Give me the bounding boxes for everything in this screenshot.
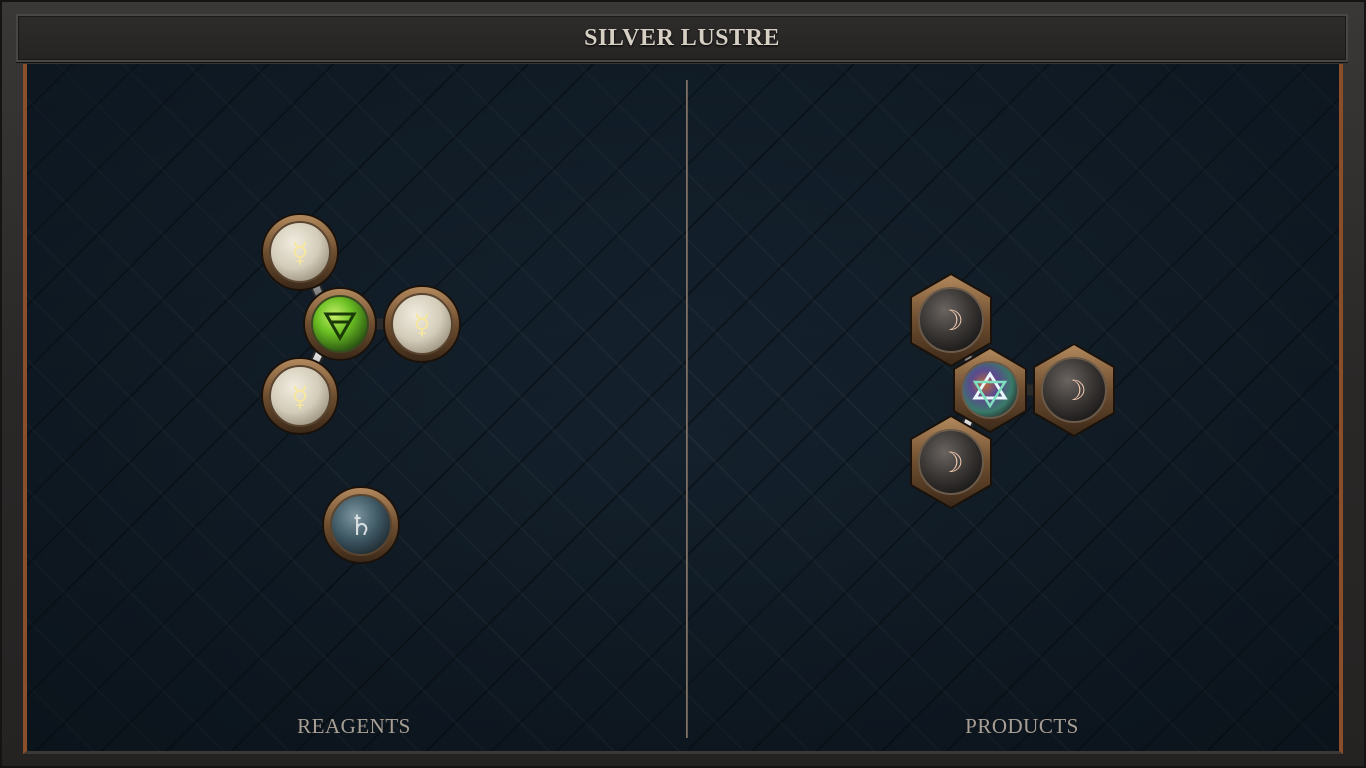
products-label: PRODUCTS — [965, 714, 1079, 738]
reagents-label: REAGENTS — [297, 714, 411, 738]
earth-atom[interactable] — [303, 287, 377, 361]
reagent-molecule-lead[interactable]: ♄ — [322, 486, 400, 564]
mercury-atom[interactable]: ☿ — [261, 213, 339, 291]
product-molecule-silver[interactable]: ☽ ☽ ☽ — [910, 272, 1115, 510]
silver-atom[interactable]: ☽ — [1033, 342, 1115, 438]
molecule-canvas: ☿ ☿ ☿ ♄ ☽ ☽ ☽ — [261, 213, 1115, 564]
silver-glyph-icon: ☽ — [1061, 374, 1086, 407]
puzzle-title: SILVER LUSTRE — [584, 24, 780, 51]
lead-atom[interactable]: ♄ — [322, 486, 400, 564]
mercury-glyph-icon: ☿ — [413, 308, 430, 341]
mercury-glyph-icon: ☿ — [291, 380, 308, 413]
silver-glyph-icon: ☽ — [938, 304, 963, 337]
lead-glyph-icon: ♄ — [348, 509, 373, 542]
silver-glyph-icon: ☽ — [938, 446, 963, 479]
title-bar: SILVER LUSTRE — [16, 14, 1348, 62]
mercury-atom[interactable]: ☿ — [383, 285, 461, 363]
silver-atom[interactable]: ☽ — [910, 272, 992, 368]
mercury-atom[interactable]: ☿ — [261, 357, 339, 435]
reagent-molecule-mercury-earth[interactable]: ☿ ☿ ☿ — [261, 213, 461, 435]
silver-atom[interactable]: ☽ — [910, 414, 992, 510]
puzzle-board: ☿ ☿ ☿ ♄ ☽ ☽ ☽ REAGENTS PRODUCTS — [23, 64, 1343, 754]
mercury-glyph-icon: ☿ — [291, 236, 308, 269]
